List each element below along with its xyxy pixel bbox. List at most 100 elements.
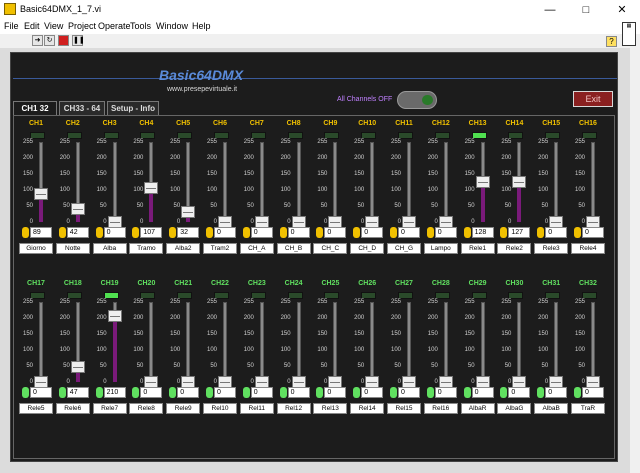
- channel-name-field[interactable]: Rele6: [55, 403, 90, 414]
- slider-track[interactable]: [296, 142, 301, 222]
- slider-track[interactable]: [443, 302, 448, 382]
- channel-name-field[interactable]: Lampo: [423, 243, 458, 254]
- slider-track[interactable]: [296, 302, 301, 382]
- increment-decrement-button[interactable]: [537, 387, 545, 398]
- maximize-icon[interactable]: □: [568, 0, 604, 20]
- slider-track[interactable]: [39, 302, 43, 382]
- channel-value-input[interactable]: 42: [66, 227, 89, 238]
- increment-decrement-button[interactable]: [463, 387, 471, 398]
- slider-track[interactable]: [407, 302, 411, 382]
- slider-track[interactable]: [480, 302, 485, 382]
- slider-track[interactable]: [443, 142, 448, 222]
- slider-track[interactable]: [407, 142, 411, 222]
- increment-decrement-button[interactable]: [132, 387, 140, 398]
- channel-value-input[interactable]: 0: [177, 387, 200, 398]
- channel-value-input[interactable]: 0: [582, 227, 604, 238]
- slider-track[interactable]: [333, 302, 338, 382]
- channel-name-field[interactable]: CH_D: [350, 243, 385, 254]
- channel-name-field[interactable]: Notte: [55, 243, 90, 254]
- increment-decrement-button[interactable]: [390, 227, 397, 238]
- increment-decrement-button[interactable]: [574, 387, 581, 398]
- increment-decrement-button[interactable]: [316, 387, 324, 398]
- increment-decrement-button[interactable]: [206, 387, 213, 398]
- slider-thumb[interactable]: [181, 205, 196, 218]
- channel-name-field[interactable]: Rele8: [129, 403, 164, 414]
- channel-value-input[interactable]: 210: [103, 387, 126, 398]
- channel-value-input[interactable]: 0: [361, 387, 384, 398]
- channel-name-field[interactable]: Rele9: [166, 403, 201, 414]
- channel-name-field[interactable]: Rele1: [460, 243, 495, 254]
- channel-value-input[interactable]: 0: [214, 227, 236, 238]
- tab-ch33-64[interactable]: CH33 - 64: [59, 101, 105, 115]
- channel-value-input[interactable]: 0: [250, 387, 273, 398]
- tab-ch1-32[interactable]: CH1 32: [13, 101, 57, 115]
- channel-name-field[interactable]: Rele7: [92, 403, 127, 414]
- channel-name-field[interactable]: Alba: [92, 243, 127, 254]
- run-arrow-icon[interactable]: ➜: [32, 35, 43, 46]
- vertical-scrollbar[interactable]: [630, 48, 640, 473]
- increment-decrement-button[interactable]: [353, 387, 361, 398]
- channel-name-field[interactable]: Alba2: [166, 243, 201, 254]
- channel-name-field[interactable]: Rel16: [423, 403, 458, 414]
- channel-name-field[interactable]: Tram2: [203, 243, 237, 254]
- channel-value-input[interactable]: 0: [545, 387, 568, 398]
- increment-decrement-button[interactable]: [169, 387, 177, 398]
- increment-decrement-button[interactable]: [169, 227, 177, 238]
- channel-name-field[interactable]: AlbaG: [497, 403, 532, 414]
- increment-decrement-button[interactable]: [463, 227, 471, 238]
- menu-tools[interactable]: Tools: [130, 21, 151, 31]
- channel-name-field[interactable]: Rel13: [313, 403, 348, 414]
- channel-value-input[interactable]: 0: [398, 227, 420, 238]
- slider-track[interactable]: [149, 302, 154, 382]
- channel-value-input[interactable]: 0: [250, 227, 273, 238]
- slider-track[interactable]: [259, 142, 264, 222]
- close-icon[interactable]: ✕: [604, 0, 640, 20]
- channel-value-input[interactable]: 0: [287, 387, 310, 398]
- channel-value-input[interactable]: 0: [324, 227, 347, 238]
- increment-decrement-button[interactable]: [316, 227, 324, 238]
- increment-decrement-button[interactable]: [58, 387, 66, 398]
- slider-track[interactable]: [223, 302, 227, 382]
- channel-value-input[interactable]: 107: [140, 227, 163, 238]
- channel-value-input[interactable]: 47: [66, 387, 89, 398]
- increment-decrement-button[interactable]: [132, 227, 140, 238]
- increment-decrement-button[interactable]: [279, 227, 287, 238]
- channel-value-input[interactable]: 0: [434, 227, 457, 238]
- slider-track[interactable]: [259, 302, 264, 382]
- slider-thumb[interactable]: [70, 202, 85, 215]
- slider-track[interactable]: [591, 302, 595, 382]
- slider-track[interactable]: [223, 142, 227, 222]
- channel-value-input[interactable]: 0: [582, 387, 604, 398]
- all-channels-toggle[interactable]: [397, 91, 437, 109]
- channel-value-input[interactable]: 0: [214, 387, 236, 398]
- channel-value-input[interactable]: 0: [508, 387, 531, 398]
- increment-decrement-button[interactable]: [353, 227, 361, 238]
- increment-decrement-button[interactable]: [206, 227, 213, 238]
- channel-name-field[interactable]: Giorno: [19, 243, 53, 254]
- channel-name-field[interactable]: CH_C: [313, 243, 348, 254]
- channel-name-field[interactable]: Rel14: [350, 403, 385, 414]
- slider-thumb[interactable]: [475, 175, 490, 188]
- channel-value-input[interactable]: 127: [508, 227, 531, 238]
- channel-name-field[interactable]: AlbaB: [534, 403, 569, 414]
- abort-icon[interactable]: [58, 35, 69, 46]
- channel-value-input[interactable]: 0: [398, 387, 420, 398]
- channel-name-field[interactable]: AlbaR: [460, 403, 495, 414]
- increment-decrement-button[interactable]: [95, 387, 103, 398]
- slider-track[interactable]: [591, 142, 595, 222]
- channel-value-input[interactable]: 128: [471, 227, 494, 238]
- channel-value-input[interactable]: 32: [177, 227, 200, 238]
- tab-setup-info[interactable]: Setup - Info: [107, 101, 159, 115]
- slider-track[interactable]: [517, 302, 522, 382]
- channel-name-field[interactable]: Tramo: [129, 243, 164, 254]
- channel-value-input[interactable]: 0: [434, 387, 457, 398]
- menu-operate[interactable]: Operate: [98, 21, 131, 31]
- increment-decrement-button[interactable]: [242, 387, 250, 398]
- channel-name-field[interactable]: Rele4: [571, 243, 605, 254]
- channel-name-field[interactable]: CH_G: [387, 243, 421, 254]
- channel-name-field[interactable]: Rele5: [19, 403, 53, 414]
- menu-help[interactable]: Help: [192, 21, 211, 31]
- slider-thumb[interactable]: [70, 361, 85, 374]
- channel-name-field[interactable]: Rel11: [239, 403, 274, 414]
- slider-thumb[interactable]: [107, 310, 122, 323]
